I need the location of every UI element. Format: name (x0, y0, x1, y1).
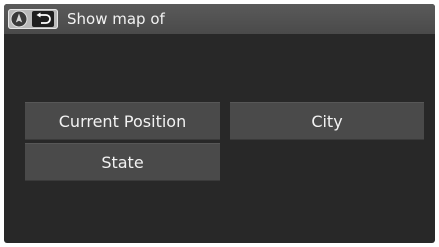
city-button[interactable]: City (230, 102, 424, 140)
state-button[interactable]: State (25, 143, 220, 181)
page-title: Show map of (67, 10, 165, 28)
current-position-button[interactable]: Current Position (25, 102, 220, 140)
header-bar: Show map of (4, 4, 435, 34)
map-pin-icon (10, 10, 28, 28)
back-button[interactable] (8, 9, 58, 29)
nav-screen: Show map of Current Position City State (4, 4, 435, 243)
back-arrow-icon[interactable] (32, 11, 54, 27)
